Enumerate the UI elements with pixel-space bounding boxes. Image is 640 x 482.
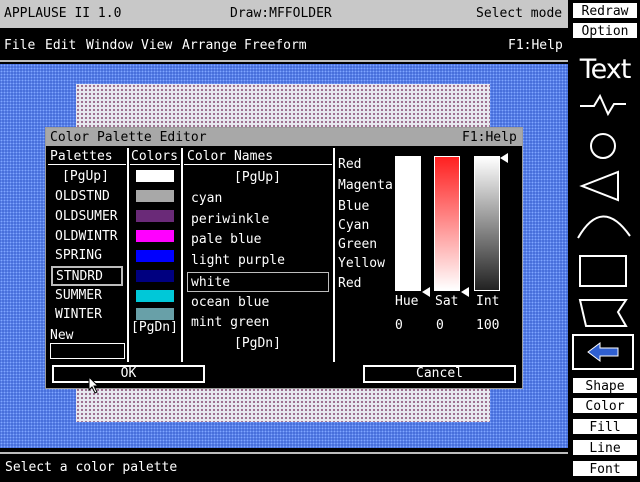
mode-indicator: Select mode: [476, 6, 563, 21]
color-button[interactable]: Color: [572, 397, 638, 414]
color-swatch[interactable]: [136, 290, 174, 302]
menu-freeform[interactable]: Freeform: [244, 38, 307, 53]
color-swatch[interactable]: [136, 270, 174, 282]
palette-item[interactable]: WINTER: [55, 307, 102, 322]
names-pgup[interactable]: [PgUp]: [234, 170, 281, 185]
color-swatch[interactable]: [136, 230, 174, 242]
help-hint: F1:Help: [508, 38, 563, 53]
color-name-item[interactable]: pale blue: [191, 232, 261, 247]
slider-pointers: [422, 153, 508, 297]
hue-scale-label: Red: [338, 157, 362, 172]
palette-item[interactable]: SUMMER: [55, 288, 102, 303]
sat-pointer-icon: [461, 287, 469, 297]
circle-tool-icon[interactable]: [590, 133, 616, 159]
flag-shape-tool-icon[interactable]: [578, 299, 628, 327]
color-swatch[interactable]: [136, 210, 174, 222]
header-underline: [184, 164, 332, 165]
palette-item[interactable]: OLDWINTR: [55, 229, 118, 244]
menu-window[interactable]: Window: [86, 38, 133, 53]
color-name-item[interactable]: mint green: [191, 315, 269, 330]
hue-scale-label: Magenta: [338, 178, 393, 193]
sat-label: Sat: [435, 294, 459, 309]
color-swatch[interactable]: [136, 170, 174, 182]
hue-pointer-icon: [422, 287, 430, 297]
palette-item[interactable]: OLDSTND: [55, 189, 110, 204]
color-name-item[interactable]: periwinkle: [191, 212, 269, 227]
header-underline: [130, 164, 180, 165]
title-bar: APPLAUSE II 1.0 Draw:MFFOLDER Select mod…: [0, 0, 568, 28]
palettes-pgup[interactable]: [PgUp]: [62, 169, 109, 184]
ok-button[interactable]: OK: [52, 365, 205, 383]
hue-label: Hue: [395, 294, 419, 309]
color-name-item[interactable]: light purple: [191, 253, 285, 268]
dialog-title: Color Palette Editor: [50, 130, 207, 145]
font-button[interactable]: Font: [572, 460, 638, 477]
color-swatch[interactable]: [136, 250, 174, 262]
redraw-button[interactable]: Redraw: [572, 2, 638, 19]
dialog-title-bar: Color Palette Editor F1:Help: [46, 128, 522, 146]
arc-tool-icon[interactable]: [577, 215, 631, 239]
int-value: 100: [476, 318, 500, 333]
left-arrow-icon: [587, 342, 619, 362]
color-name-selected[interactable]: white: [187, 272, 329, 292]
hue-scale-label: Yellow: [338, 256, 385, 271]
option-button[interactable]: Option: [572, 22, 638, 39]
menu-arrange[interactable]: Arrange: [182, 38, 237, 53]
hue-scale-label: Cyan: [338, 218, 370, 233]
mouse-pointer-icon: [88, 376, 100, 394]
menu-view[interactable]: View: [141, 38, 172, 53]
hue-slider[interactable]: [395, 156, 421, 291]
triangle-tool-icon[interactable]: [579, 170, 619, 202]
column-divider: [181, 148, 183, 362]
header-underline: [48, 164, 126, 165]
colors-header: Colors: [131, 149, 178, 164]
line-button[interactable]: Line: [572, 439, 638, 456]
document-name: Draw:MFFOLDER: [230, 6, 332, 21]
color-name-item[interactable]: ocean blue: [191, 295, 269, 310]
dialog-help-hint: F1:Help: [462, 130, 517, 145]
palette-item[interactable]: SPRING: [55, 248, 102, 263]
names-pgdn[interactable]: [PgDn]: [234, 336, 281, 351]
hue-scale-label: Green: [338, 237, 378, 252]
color-swatch[interactable]: [136, 190, 174, 202]
hue-scale-label: Red: [338, 276, 362, 291]
cancel-button[interactable]: Cancel: [363, 365, 516, 383]
fill-button[interactable]: Fill: [572, 418, 638, 435]
app-name: APPLAUSE II 1.0: [4, 6, 122, 21]
color-swatch[interactable]: [136, 308, 174, 320]
hue-value: 0: [395, 318, 403, 333]
new-palette-label: New: [50, 328, 74, 343]
palettes-header: Palettes: [50, 149, 113, 164]
colors-pgdn[interactable]: [PgDn]: [131, 320, 178, 335]
back-arrow-button[interactable]: [572, 334, 634, 370]
color-names-header: Color Names: [187, 149, 274, 164]
shape-button[interactable]: Shape: [572, 377, 638, 394]
menu-edit[interactable]: Edit: [45, 38, 76, 53]
menu-bar: File Edit Window View Arrange Freeform F…: [0, 32, 568, 62]
new-palette-input[interactable]: [50, 343, 125, 359]
menu-file[interactable]: File: [4, 38, 35, 53]
rectangle-tool-icon[interactable]: [579, 255, 627, 287]
int-label: Int: [476, 294, 500, 309]
column-divider: [333, 148, 335, 362]
palette-item[interactable]: OLDSUMER: [55, 209, 118, 224]
sat-value: 0: [436, 318, 444, 333]
int-pointer-icon: [500, 153, 508, 163]
color-name-item[interactable]: cyan: [191, 191, 222, 206]
hue-scale-label: Blue: [338, 199, 370, 214]
tool-icons: [577, 93, 631, 327]
palette-item-selected[interactable]: STNDRD: [51, 266, 123, 286]
column-divider: [127, 148, 129, 362]
status-bar: Select a color palette: [0, 452, 568, 482]
status-text: Select a color palette: [5, 460, 178, 475]
line-tool-icon[interactable]: [580, 93, 626, 117]
text-tool[interactable]: Text: [574, 54, 636, 85]
